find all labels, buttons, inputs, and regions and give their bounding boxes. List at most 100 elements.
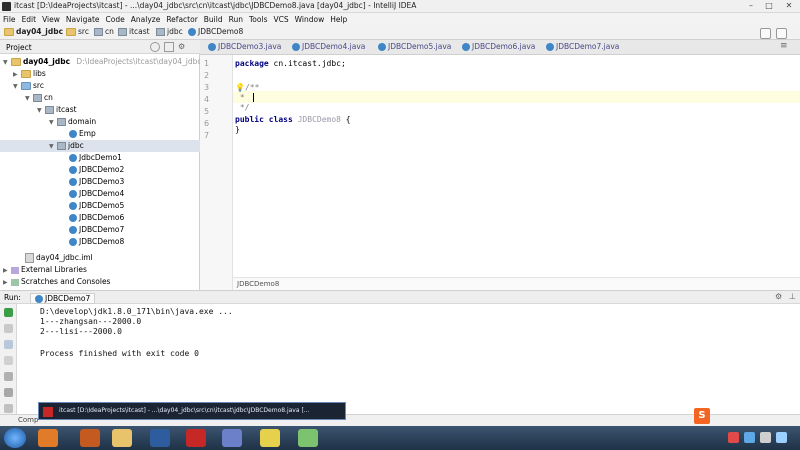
window-title-bar: itcast [D:\IdeaProjects\itcast] - ...\da… [0,0,800,13]
status-text: Comp [18,416,39,424]
minimize-button[interactable]: – [744,1,758,11]
tab-jdbcdemo7[interactable]: JDBCDemo7.java [546,42,619,51]
tree-item-iml[interactable]: day04_jdbc.iml [25,252,93,264]
hide-panel-icon[interactable]: ⊥ [789,292,796,301]
run-config-icon[interactable] [776,28,787,39]
breadcrumb-cn[interactable]: cn [94,27,114,36]
tab-jdbcdemo3[interactable]: JDBCDemo3.java [208,42,281,51]
locate-icon[interactable] [150,42,160,52]
intellij-taskbar-icon[interactable] [186,429,206,447]
start-button[interactable] [4,428,26,448]
code-line-6: public class JDBCDemo8 { [235,115,351,124]
trash-icon[interactable] [4,404,13,413]
tree-item-jdbcdemo5[interactable]: JDBCDemo5 [69,200,124,212]
restore-layout-icon[interactable] [4,340,13,349]
class-icon [35,295,43,303]
tree-item-module[interactable]: ▼ day04_jdbc D:\IdeaProjects\itcast\day04… [3,56,201,68]
menu-file[interactable]: File [3,15,16,24]
tree-item-external-libraries[interactable]: ▶ External Libraries [3,264,87,276]
close-button[interactable]: ✕ [782,1,796,11]
line-number: 3 [204,83,210,92]
search-everywhere-icon[interactable] [760,28,771,39]
tree-item-scratches[interactable]: ▶ Scratches and Consoles [3,276,110,288]
menu-navigate[interactable]: Navigate [66,15,100,24]
menu-analyze[interactable]: Analyze [131,15,161,24]
menu-window[interactable]: Window [295,15,325,24]
iml-file-icon [25,253,34,263]
maximize-button[interactable]: □ [762,1,776,11]
menu-tools[interactable]: Tools [249,15,267,24]
collapse-all-icon[interactable] [164,42,174,52]
run-panel-label: Run: [4,293,21,302]
tree-item-jdbcdemo7[interactable]: JDBCDemo7 [69,224,124,236]
help-icon[interactable] [260,429,280,447]
menu-help[interactable]: Help [330,15,347,24]
tree-item-jdbcdemo3[interactable]: JDBCDemo3 [69,176,124,188]
volume-icon[interactable] [776,432,787,443]
module-folder-icon [4,28,14,36]
menu-vcs[interactable]: VCS [273,15,288,24]
menu-code[interactable]: Code [106,15,125,24]
tree-item-src[interactable]: ▼ src [13,80,44,92]
breadcrumb-class[interactable]: JDBCDemo8 [188,27,243,36]
line-number: 5 [204,107,210,116]
menu-refactor[interactable]: Refactor [166,15,197,24]
gear-icon[interactable]: ⚙ [775,292,782,301]
tab-jdbcdemo4[interactable]: JDBCDemo4.java [292,42,365,51]
folder-icon[interactable] [112,429,132,447]
run-tab-jdbcdemo7[interactable]: JDBCDemo7 [30,293,96,304]
package-icon [57,118,66,126]
tree-item-domain[interactable]: ▼ domain [49,116,96,128]
print-icon[interactable] [4,388,13,397]
menu-edit[interactable]: Edit [22,15,37,24]
tab-jdbcdemo5[interactable]: JDBCDemo5.java [378,42,451,51]
project-panel-title[interactable]: Project [6,43,32,52]
stop-icon[interactable] [4,324,13,333]
tree-item-libs[interactable]: ▶ libs [13,68,46,80]
pause-icon[interactable] [4,356,13,365]
class-icon [378,43,386,51]
class-icon [69,226,77,234]
menu-bar: File Edit View Navigate Code Analyze Ref… [0,13,800,25]
app-pinned-icon[interactable] [298,429,318,447]
tab-jdbcdemo6[interactable]: JDBCDemo6.java [462,42,535,51]
breadcrumb-itcast[interactable]: itcast [118,27,150,36]
app-pinned-icon[interactable] [222,429,242,447]
console-output[interactable]: D:\develop\jdk1.8.0_171\bin\java.exe ...… [17,304,800,414]
tree-item-emp[interactable]: Emp [69,128,96,140]
app-pinned-icon[interactable] [80,429,100,447]
tree-item-jdbcdemo1[interactable]: JdbcDemo1 [69,152,122,164]
package-icon [156,28,165,36]
intention-bulb-icon[interactable]: 💡 [235,83,245,92]
menu-run[interactable]: Run [229,15,243,24]
tab-overflow-icon[interactable]: ≡ [780,41,788,51]
menu-view[interactable]: View [42,15,60,24]
code-editor[interactable]: package cn.itcast.jdbc; 💡/** * */ public… [233,55,800,290]
breadcrumb-module[interactable]: day04_jdbc [4,27,63,36]
rerun-icon[interactable] [4,308,13,317]
dump-threads-icon[interactable] [4,372,13,381]
line-number: 4 [204,95,210,104]
menu-build[interactable]: Build [204,15,223,24]
line-number: 2 [204,71,210,80]
tree-item-jdbcdemo8[interactable]: JDBCDemo8 [69,236,124,248]
project-tool-window: Project ⚙ ▼ day04_jdbc D:\IdeaProjects\it… [0,40,248,290]
breadcrumb-jdbc[interactable]: jdbc [156,27,183,36]
tray-icon[interactable] [744,432,755,443]
tree-item-cn[interactable]: ▼ cn [25,92,53,104]
tree-item-jdbcdemo4[interactable]: JDBCDemo4 [69,188,124,200]
tree-item-itcast[interactable]: ▼ itcast [37,104,77,116]
folder-icon [21,70,31,78]
tree-item-jdbcdemo2[interactable]: JDBCDemo2 [69,164,124,176]
taskbar-preview-popup[interactable]: itcast [D:\IdeaProjects\itcast] - ...\da… [38,402,346,420]
app-pinned-icon[interactable] [38,429,58,447]
windows-taskbar: S [0,408,800,450]
gear-icon[interactable]: ⚙ [178,42,185,51]
app-pinned-icon[interactable] [150,429,170,447]
tree-item-jdbcdemo6[interactable]: JDBCDemo6 [69,212,124,224]
breadcrumb-src[interactable]: src [66,27,89,36]
project-panel-header: Project ⚙ [0,40,200,54]
network-icon[interactable] [760,432,771,443]
tray-icon[interactable] [728,432,739,443]
ime-tray-icon[interactable]: S [694,408,710,424]
